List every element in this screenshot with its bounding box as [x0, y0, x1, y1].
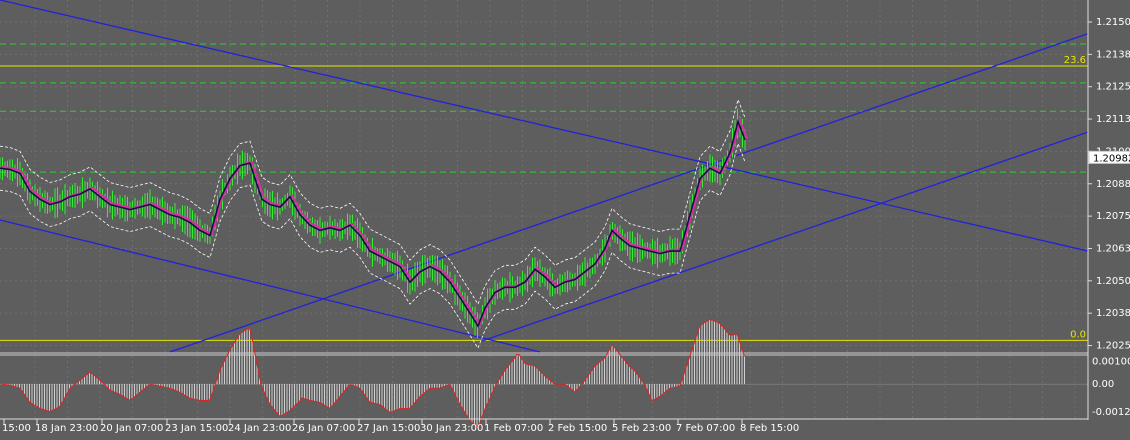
- oscillator-tick-label: 0.00: [1092, 379, 1114, 390]
- oscillator-signal: [155, 385, 158, 386]
- time-tick-label: 23 Jan 15:00: [165, 423, 228, 434]
- oscillator-signal: [10, 385, 13, 386]
- time-tick-label: 24 Jan 23:00: [228, 423, 291, 434]
- oscillator-signal: [310, 400, 313, 401]
- oscillator-signal: [672, 387, 675, 388]
- oscillator-signal: [677, 386, 680, 387]
- oscillator-signal: [530, 365, 533, 366]
- oscillator-signal: [315, 401, 318, 402]
- price-tick-label: 1.21130: [1096, 114, 1130, 125]
- time-tick-label: 18 Jan 23:00: [35, 423, 98, 434]
- price-tick-label: 1.20380: [1096, 308, 1130, 319]
- oscillator-signal: [165, 387, 168, 388]
- oscillator-signal: [280, 415, 283, 416]
- time-tick-label: 26 Jan 07:00: [292, 423, 355, 434]
- time-tick-label: 15:00: [2, 423, 31, 434]
- price-tick-label: 1.20255: [1096, 341, 1130, 352]
- oscillator-signal: [167, 388, 170, 389]
- oscillator-signal: [195, 399, 198, 400]
- price-tick-label: 1.21380: [1096, 49, 1130, 60]
- time-tick-label: 7 Feb 07:00: [676, 423, 735, 434]
- oscillator-signal: [375, 403, 378, 404]
- oscillator-tick-label: 0.001005: [1092, 357, 1130, 368]
- oscillator-signal: [710, 320, 713, 321]
- oscillator-signal: [162, 387, 165, 388]
- time-tick-label: 30 Jan 23:00: [420, 423, 483, 434]
- price-tick-label: 1.20880: [1096, 179, 1130, 190]
- fib-level-label: 23.6: [1064, 55, 1086, 66]
- chart-root: 23.60.0 1.215051.213801.212551.211301.21…: [0, 0, 1130, 436]
- oscillator-signal: [160, 386, 163, 387]
- time-tick-label: 1 Feb 07:00: [484, 423, 543, 434]
- oscillator-signal: [527, 364, 530, 365]
- oscillator-signal: [372, 403, 375, 404]
- oscillator-signal: [377, 404, 380, 405]
- oscillator-signal: [190, 398, 193, 399]
- fib-level-label: 0.0: [1070, 329, 1086, 340]
- price-chart[interactable]: 23.60.0 1.215051.213801.212551.211301.21…: [0, 0, 1130, 436]
- oscillator-signal: [192, 399, 195, 400]
- oscillator-signal: [675, 387, 678, 388]
- price-tick-label: 1.21505: [1096, 17, 1130, 28]
- current-price-label: 1.20982: [1093, 153, 1130, 164]
- oscillator-signal: [152, 385, 155, 386]
- price-tick-label: 1.21255: [1096, 82, 1130, 93]
- oscillator-signal: [317, 402, 320, 403]
- oscillator-signal: [157, 386, 160, 387]
- price-tick-label: 1.20505: [1096, 276, 1130, 287]
- time-tick-label: 20 Jan 07:00: [100, 423, 163, 434]
- price-tick-label: 1.20630: [1096, 243, 1130, 254]
- oscillator-signal: [732, 335, 735, 336]
- price-tick-label: 1.20755: [1096, 211, 1130, 222]
- time-tick-label: 27 Jan 15:00: [357, 423, 420, 434]
- time-tick-label: 8 Feb 15:00: [740, 423, 799, 434]
- oscillator-signal: [532, 365, 535, 366]
- oscillator-signal: [312, 401, 315, 402]
- oscillator-signal: [197, 400, 200, 401]
- time-tick-label: 2 Feb 15:00: [548, 423, 607, 434]
- oscillator-tick-label: -0.00123: [1092, 407, 1130, 418]
- time-tick-label: 5 Feb 23:00: [612, 423, 671, 434]
